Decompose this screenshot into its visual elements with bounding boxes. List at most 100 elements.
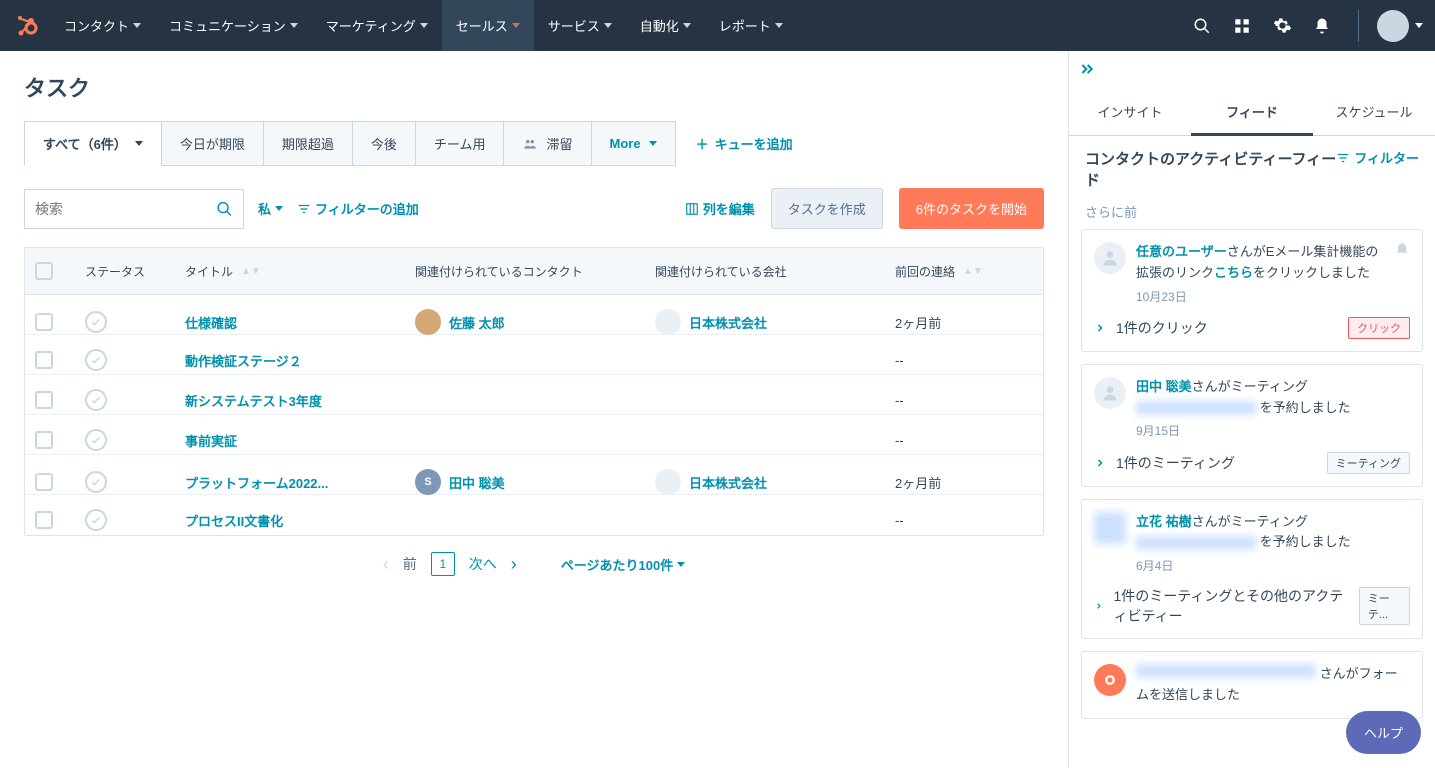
nav-item-セールス[interactable]: セールス: [442, 0, 534, 51]
card-footer[interactable]: 1件のミーティング ミーティング: [1094, 452, 1410, 474]
row-checkbox[interactable]: [35, 391, 53, 409]
table-row[interactable]: 仕様確認 佐藤 太郎 日本株式会社 2ヶ月前: [25, 295, 1043, 335]
task-title-link[interactable]: 新システムテスト3年度: [185, 391, 322, 410]
row-checkbox[interactable]: [35, 473, 53, 491]
tasks-table: ステータス タイトル▲▼ 関連付けられているコンタクト 関連付けられている会社 …: [24, 247, 1044, 536]
table-row[interactable]: プラットフォーム2022... S田中 聡美 日本株式会社 2ヶ月前: [25, 455, 1043, 495]
table-header: ステータス タイトル▲▼ 関連付けられているコンタクト 関連付けられている会社 …: [25, 248, 1043, 295]
task-title-link[interactable]: プラットフォーム2022...: [185, 473, 328, 492]
tab-今日が期限[interactable]: 今日が期限: [162, 121, 264, 166]
nav-items: コンタクトコミュニケーションマーケティングセールスサービス自動化レポート: [50, 0, 1192, 51]
user-link[interactable]: 任意のユーザー: [1136, 244, 1227, 259]
search-input[interactable]: [35, 201, 216, 217]
bell-icon[interactable]: [1394, 242, 1410, 258]
edit-columns-button[interactable]: 列を編集: [685, 199, 755, 218]
task-title-link[interactable]: 仕様確認: [185, 313, 237, 332]
row-checkbox[interactable]: [35, 511, 53, 529]
card-footer[interactable]: 1件のミーティングとその他のアクティビティー ミーテ...: [1094, 586, 1410, 626]
search-box[interactable]: [24, 189, 244, 229]
per-page-dropdown[interactable]: ページあたり100件: [561, 555, 685, 574]
user-link[interactable]: 田中 聡美: [1136, 379, 1192, 394]
nav-item-コミュニケーション[interactable]: コミュニケーション: [155, 0, 312, 51]
next-label[interactable]: 次へ: [469, 554, 497, 574]
sidebar-tab-スケジュール[interactable]: スケジュール: [1313, 90, 1435, 135]
columns-icon: [685, 202, 699, 216]
hubspot-logo-icon[interactable]: [12, 12, 40, 40]
user-link[interactable]: 立花 祐樹: [1136, 514, 1192, 529]
row-checkbox[interactable]: [35, 431, 53, 449]
company-link[interactable]: 日本株式会社: [689, 313, 767, 332]
activity-card[interactable]: さんがフォームを送信しました: [1081, 651, 1423, 719]
status-toggle[interactable]: [85, 429, 107, 451]
contact-link[interactable]: 佐藤 太郎: [449, 313, 505, 332]
page-number[interactable]: 1: [431, 552, 455, 576]
sidebar-title: コンタクトのアクティビティーフィード: [1085, 148, 1336, 190]
chevron-down-icon: [604, 23, 612, 28]
avatar: [1094, 512, 1126, 544]
notifications-icon[interactable]: [1312, 16, 1332, 36]
prev-label[interactable]: 前: [403, 554, 417, 574]
status-header[interactable]: ステータス: [75, 249, 175, 294]
tab-More[interactable]: More: [592, 121, 676, 166]
nav-item-コンタクト[interactable]: コンタクト: [50, 0, 155, 51]
search-icon: [216, 200, 233, 218]
company-link[interactable]: 日本株式会社: [689, 473, 767, 492]
company-header[interactable]: 関連付けられている会社: [645, 249, 885, 294]
task-title-link[interactable]: プロセスII文書化: [185, 511, 283, 530]
status-toggle[interactable]: [85, 389, 107, 411]
card-text: さんがフォームを送信しました: [1136, 664, 1410, 706]
tab-すべて（6件）[interactable]: すべて（6件）: [24, 121, 162, 166]
activity-card[interactable]: 立花 祐樹さんがミーティング を予約しました 6月4日 1件のミーティングとその…: [1081, 499, 1423, 640]
chevron-down-icon: [683, 23, 691, 28]
nav-item-サービス[interactable]: サービス: [534, 0, 626, 51]
help-button[interactable]: ヘルプ: [1346, 711, 1421, 754]
pagination: ‹ 前 1 次へ › ページあたり100件: [24, 552, 1044, 576]
sidebar-filter-button[interactable]: フィルター: [1336, 148, 1419, 167]
edit-columns-label: 列を編集: [703, 199, 755, 218]
marketplace-icon[interactable]: [1232, 16, 1252, 36]
contact-header[interactable]: 関連付けられているコンタクト: [405, 249, 645, 294]
prev-page-icon[interactable]: ‹: [383, 554, 389, 575]
nav-item-自動化[interactable]: 自動化: [626, 0, 705, 51]
select-all-header[interactable]: [25, 248, 75, 294]
task-title-link[interactable]: 事前実証: [185, 431, 237, 450]
chevron-down-icon: [512, 23, 520, 28]
inline-link[interactable]: こちら: [1214, 265, 1253, 280]
activity-card[interactable]: 任意のユーザーさんがEメール集計機能の拡張のリンクこちらをクリックしました 10…: [1081, 229, 1423, 352]
last-contact-header[interactable]: 前回の連絡▲▼: [885, 249, 1043, 294]
activity-card[interactable]: 田中 聡美さんがミーティング を予約しました 9月15日 1件のミーティング ミ…: [1081, 364, 1423, 487]
status-toggle[interactable]: [85, 349, 107, 371]
status-toggle[interactable]: [85, 509, 107, 531]
nav-item-マーケティング[interactable]: マーケティング: [312, 0, 442, 51]
table-row[interactable]: 事前実証 --: [25, 415, 1043, 455]
row-checkbox[interactable]: [35, 313, 53, 331]
task-title-link[interactable]: 動作検証ステージ２: [185, 351, 302, 370]
checkbox[interactable]: [35, 262, 53, 280]
add-queue-button[interactable]: ＋ キューを追加: [696, 134, 793, 153]
assignee-filter[interactable]: 私: [258, 199, 283, 218]
sidebar-tab-フィード[interactable]: フィード: [1191, 90, 1313, 136]
card-footer[interactable]: 1件のクリック クリック: [1094, 317, 1410, 339]
nav-item-レポート[interactable]: レポート: [705, 0, 797, 51]
row-checkbox[interactable]: [35, 351, 53, 369]
account-menu[interactable]: [1358, 10, 1423, 42]
title-header[interactable]: タイトル▲▼: [175, 249, 405, 294]
sidebar-tab-インサイト[interactable]: インサイト: [1069, 90, 1191, 135]
status-toggle[interactable]: [85, 311, 107, 333]
tab-期限超過[interactable]: 期限超過: [264, 121, 353, 166]
activity-feed[interactable]: 任意のユーザーさんがEメール集計機能の拡張のリンクこちらをクリックしました 10…: [1069, 229, 1435, 768]
tab-滞留[interactable]: 滞留: [504, 121, 591, 166]
contact-link[interactable]: 田中 聡美: [449, 473, 505, 492]
status-toggle[interactable]: [85, 471, 107, 493]
add-filter-button[interactable]: フィルターの追加: [297, 199, 419, 218]
create-task-button[interactable]: タスクを作成: [771, 188, 883, 229]
start-tasks-button[interactable]: 6件のタスクを開始: [899, 188, 1044, 229]
filter-icon: [297, 202, 311, 216]
tab-今後[interactable]: 今後: [353, 121, 416, 166]
settings-icon[interactable]: [1272, 16, 1292, 36]
collapse-sidebar-icon[interactable]: [1069, 51, 1435, 90]
table-row[interactable]: 新システムテスト3年度 --: [25, 375, 1043, 415]
search-icon[interactable]: [1192, 16, 1212, 36]
tab-チーム用[interactable]: チーム用: [416, 121, 505, 166]
next-page-icon[interactable]: ›: [511, 554, 517, 575]
